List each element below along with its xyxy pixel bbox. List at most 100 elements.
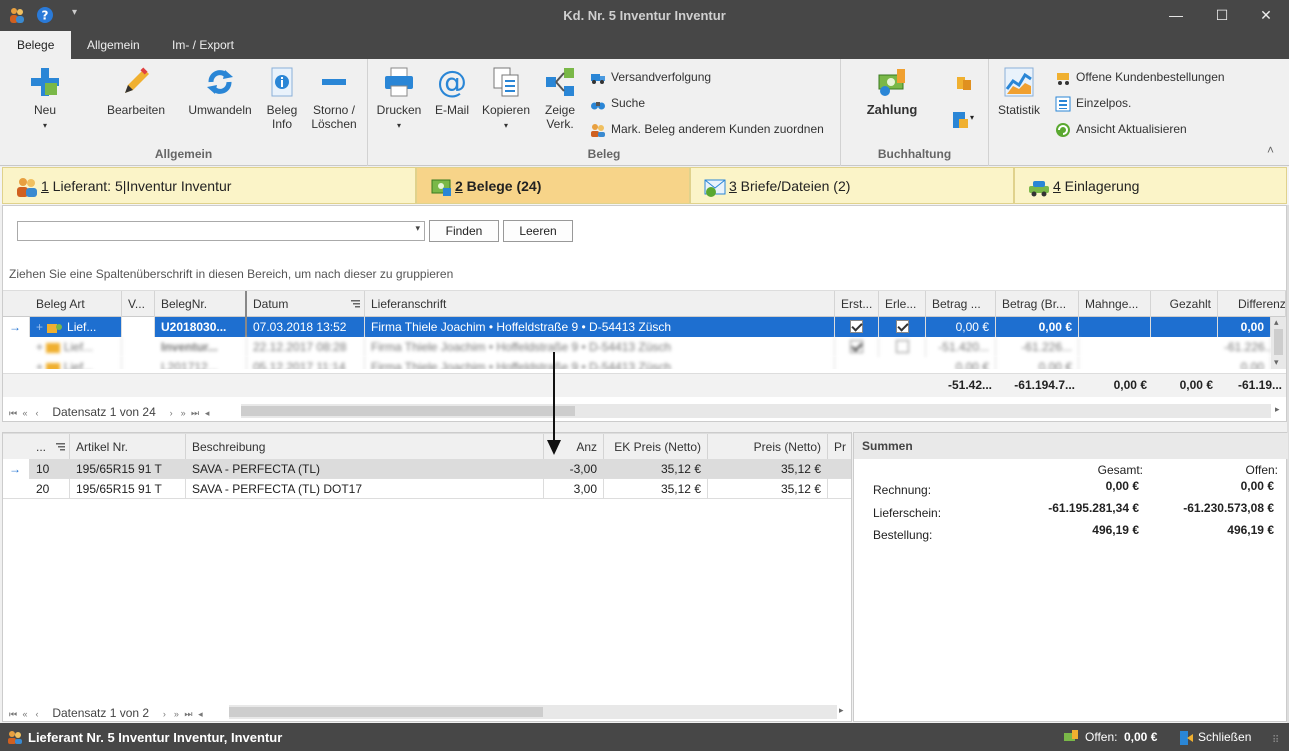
tab-im-export[interactable]: Im- / Export [155, 31, 251, 59]
col-pr[interactable]: Pr [828, 434, 851, 460]
col-betrag-brutto[interactable]: Betrag (Br... [996, 291, 1079, 317]
tab-belege[interactable]: Belege [0, 31, 72, 59]
erstellt-checkbox[interactable] [850, 320, 863, 334]
erledigt-checkbox[interactable] [895, 340, 909, 354]
col-beschreibung[interactable]: Beschreibung [186, 434, 544, 460]
scroll-thumb[interactable] [229, 707, 543, 717]
col-belegnr[interactable]: BelegNr. [155, 291, 247, 317]
expand-icon[interactable]: + [36, 360, 43, 369]
kopieren-button[interactable]: Kopieren ▾ [478, 65, 534, 133]
first-record-icon[interactable]: ⏮ [7, 705, 19, 723]
col-differenz[interactable]: Differenz [1218, 291, 1286, 317]
tab-allgemein[interactable]: Allgemein [70, 31, 157, 59]
tab-briefe[interactable]: 3 Briefe/Dateien (2) [690, 167, 1014, 204]
scroll-left-icon[interactable]: ◂ [201, 404, 213, 422]
email-button[interactable]: @ E-Mail [434, 65, 470, 117]
finden-button[interactable]: Finden [429, 220, 499, 242]
tab-lieferant[interactable]: 1 Lieferant: 5|Inventur Inventur [2, 167, 416, 204]
scroll-left-icon[interactable]: ◂ [194, 705, 206, 723]
filter-icon[interactable] [56, 443, 65, 451]
document-money-dropdown-icon[interactable]: ▾ [970, 113, 974, 122]
tab-einlagerung[interactable]: 4 Einlagerung [1014, 167, 1287, 204]
search-combobox[interactable]: ▾ [17, 221, 425, 241]
last-record-icon[interactable]: ⏭ [189, 404, 201, 422]
next-record-icon[interactable]: › [165, 404, 177, 422]
expand-icon[interactable]: + [36, 340, 43, 354]
expand-icon[interactable]: + [36, 320, 43, 334]
drucken-button[interactable]: Drucken ▾ [374, 65, 424, 133]
mark-beleg-button[interactable]: Mark. Beleg anderem Kunden zuordnen [590, 120, 824, 138]
col-beleg-art[interactable]: Beleg Art [30, 291, 122, 317]
bearbeiten-button[interactable]: Bearbeiten [102, 65, 170, 117]
next-page-icon[interactable]: » [177, 404, 189, 422]
table-row[interactable]: + Lief... L201712... 05.12.2017 11:14 Fi… [3, 357, 1271, 369]
scroll-right-icon[interactable]: ▸ [1275, 404, 1280, 415]
statistik-button[interactable]: Statistik [995, 65, 1043, 117]
erledigt-checkbox[interactable] [895, 320, 909, 334]
search-dropdown-icon[interactable]: ▾ [415, 223, 420, 234]
cell-belegnr: Inventur... [155, 337, 247, 357]
first-record-icon[interactable]: ⏮ [7, 404, 19, 422]
prev-page-icon[interactable]: « [19, 404, 31, 422]
prev-record-icon[interactable]: ‹ [31, 404, 43, 422]
zahlung-button[interactable]: Zahlung [859, 65, 925, 117]
maximize-button[interactable]: ☐ [1199, 0, 1245, 31]
cell-beleg-art-text: Lief... [67, 320, 97, 334]
collapse-ribbon-icon[interactable]: ˄ [1267, 143, 1274, 157]
next-page-icon[interactable]: » [170, 705, 182, 723]
col-artikel-nr[interactable]: Artikel Nr. [70, 434, 186, 460]
col-pos[interactable]: ... [30, 434, 70, 460]
einzelpos-button[interactable]: Einzelpos. [1055, 94, 1131, 112]
col-erledigt[interactable]: Erle... [879, 291, 926, 317]
footer-betrag: -51.42... [947, 378, 992, 392]
col-mahngebuehr[interactable]: Mahnge... [1079, 291, 1151, 317]
scroll-thumb[interactable] [241, 406, 575, 416]
table-row[interactable]: → 10 195/65R15 91 T SAVA - PERFECTA (TL)… [3, 459, 851, 479]
tab-belege-list[interactable]: 2 Belege (24) [416, 167, 690, 204]
ansicht-aktualisieren-button[interactable]: Ansicht Aktualisieren [1055, 120, 1187, 138]
umwandeln-button[interactable]: Umwandeln [185, 65, 255, 117]
filter-icon[interactable] [351, 300, 360, 308]
last-record-icon[interactable]: ⏭ [182, 705, 194, 723]
scroll-down-icon[interactable]: ▾ [1274, 357, 1279, 368]
table-row[interactable]: + Lief... Inventur... 22.12.2017 08:28 F… [3, 337, 1271, 357]
kopieren-dropdown-icon: ▾ [503, 121, 508, 130]
versandverfolgung-button[interactable]: Versandverfolgung [590, 68, 711, 86]
erstellt-checkbox[interactable] [850, 340, 863, 354]
minimize-button[interactable]: — [1153, 0, 1199, 31]
prev-page-icon[interactable]: « [19, 705, 31, 723]
positionen-hscrollbar[interactable] [229, 705, 837, 719]
col-betrag[interactable]: Betrag ... [926, 291, 996, 317]
next-record-icon[interactable]: › [158, 705, 170, 723]
col-lieferanschrift[interactable]: Lieferanschrift [365, 291, 835, 317]
zeige-verk-button[interactable]: Zeige Verk. [540, 65, 580, 131]
resize-grip-icon[interactable]: ⠿ [1272, 735, 1279, 746]
col-datum[interactable]: Datum [247, 291, 365, 317]
prev-record-icon[interactable]: ‹ [31, 705, 43, 723]
offene-kundenbestellungen-button[interactable]: Offene Kundenbestellungen [1055, 68, 1225, 86]
cell-gezahlt [1151, 317, 1218, 337]
belege-vscrollbar[interactable]: ▴ ▾ [1271, 317, 1286, 369]
belege-hscrollbar[interactable] [241, 404, 1271, 418]
scroll-thumb[interactable] [1274, 329, 1283, 355]
col-ek-preis[interactable]: EK Preis (Netto) [604, 434, 708, 460]
tab-lieferant-label: Lieferant: 5|Inventur Inventur [48, 178, 232, 194]
suche-button[interactable]: Suche [590, 94, 645, 112]
table-row[interactable]: → + Lief... U2018030... 07.03.2018 13:52 … [3, 317, 1286, 337]
close-button[interactable]: ✕ [1243, 0, 1289, 31]
col-gezahlt[interactable]: Gezahlt [1151, 291, 1218, 317]
coins-icon[interactable] [954, 73, 974, 93]
scroll-right-icon[interactable]: ▸ [839, 705, 844, 716]
neu-button[interactable]: Neu ▾ [22, 65, 68, 133]
beleg-info-button[interactable]: Beleg Info [262, 65, 302, 131]
col-v[interactable]: V... [122, 291, 155, 317]
col-erstellt[interactable]: Erst... [835, 291, 879, 317]
table-row[interactable]: 20 195/65R15 91 T SAVA - PERFECTA (TL) D… [3, 479, 851, 499]
schliessen-button[interactable]: Schließen [1178, 727, 1251, 747]
scroll-up-icon[interactable]: ▴ [1274, 317, 1279, 328]
leeren-button[interactable]: Leeren [503, 220, 573, 242]
document-money-icon[interactable] [950, 110, 970, 130]
col-preis-netto[interactable]: Preis (Netto) [708, 434, 828, 460]
storno-button[interactable]: Storno / Löschen [306, 65, 362, 131]
summen-bestellung-label: Bestellung: [873, 528, 933, 542]
